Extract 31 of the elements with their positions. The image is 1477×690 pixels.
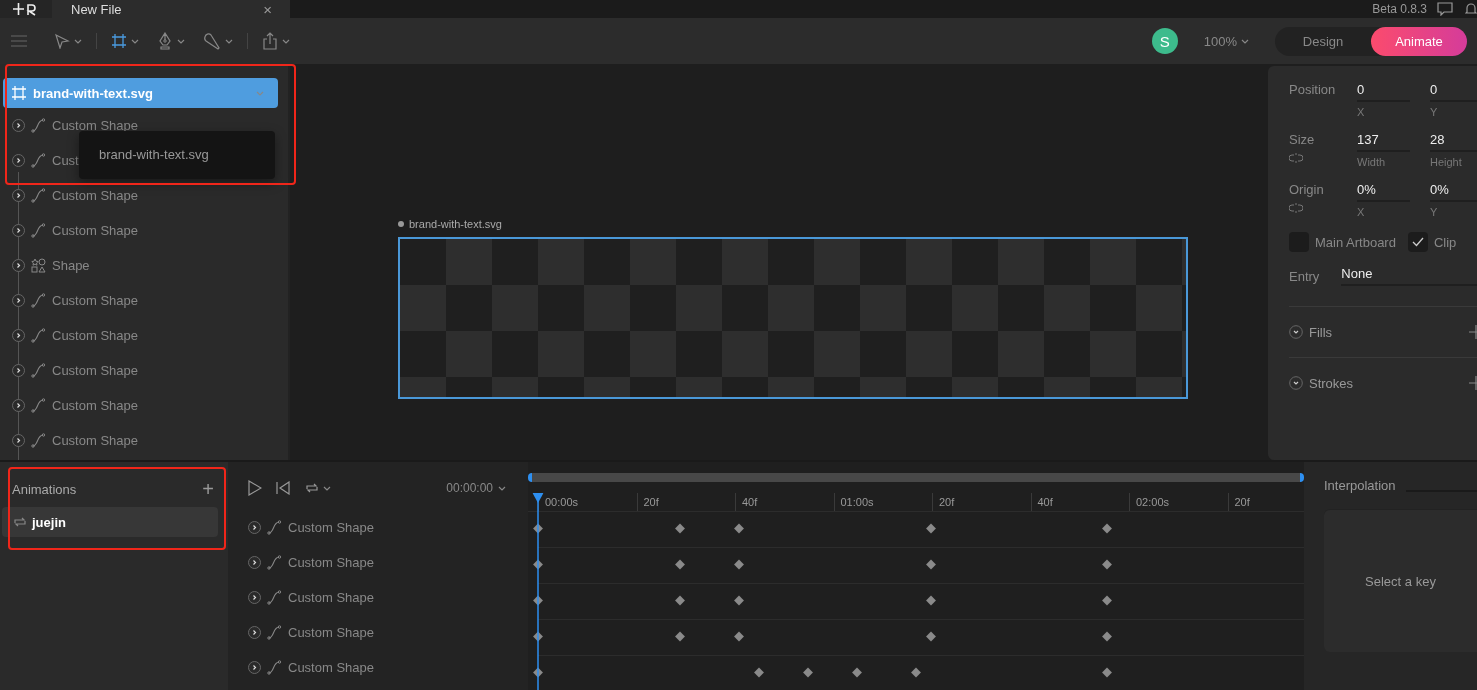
field-caption: Height [1430,156,1463,168]
ruler-label: 40f [1030,493,1129,511]
ruler-label: 40f [735,493,834,511]
field-caption: Width [1357,156,1387,168]
track-label: Custom Shape [288,590,374,605]
property-label: Origin [1289,182,1325,197]
property-label: Entry [1289,268,1320,284]
ruler-label: 20f [932,493,1031,511]
section-title: Strokes [1309,375,1354,391]
version-label: Beta 0.8.3 [1372,2,1427,16]
tooltip: brand-with-text.svg [79,131,275,179]
ruler-label: 20f [636,493,735,511]
track-label: Custom Shape [288,555,374,570]
track-label: Custom Shape [288,625,374,640]
field-caption: X [1357,206,1366,218]
panel-title: Animations [12,482,77,497]
artboard-label: brand-with-text.svg [409,218,502,230]
property-label: Position [1289,82,1337,97]
checkbox-label: Clip [1433,234,1457,250]
checkbox-label: Main Artboard [1315,234,1396,250]
property-label: Size [1289,132,1316,147]
field-caption: Y [1430,206,1439,218]
panel-title: Interpolation [1324,478,1396,493]
empty-message: Select a key [1365,573,1436,589]
ruler-label: 01:00s [833,493,932,511]
field-caption: X [1357,106,1366,118]
track-label: Custom Shape [288,520,374,535]
track-label: Custom Shape [288,660,374,675]
ruler-label: 02:00s [1129,493,1228,511]
field-caption: Y [1430,106,1439,118]
section-title: Fills [1309,324,1333,340]
